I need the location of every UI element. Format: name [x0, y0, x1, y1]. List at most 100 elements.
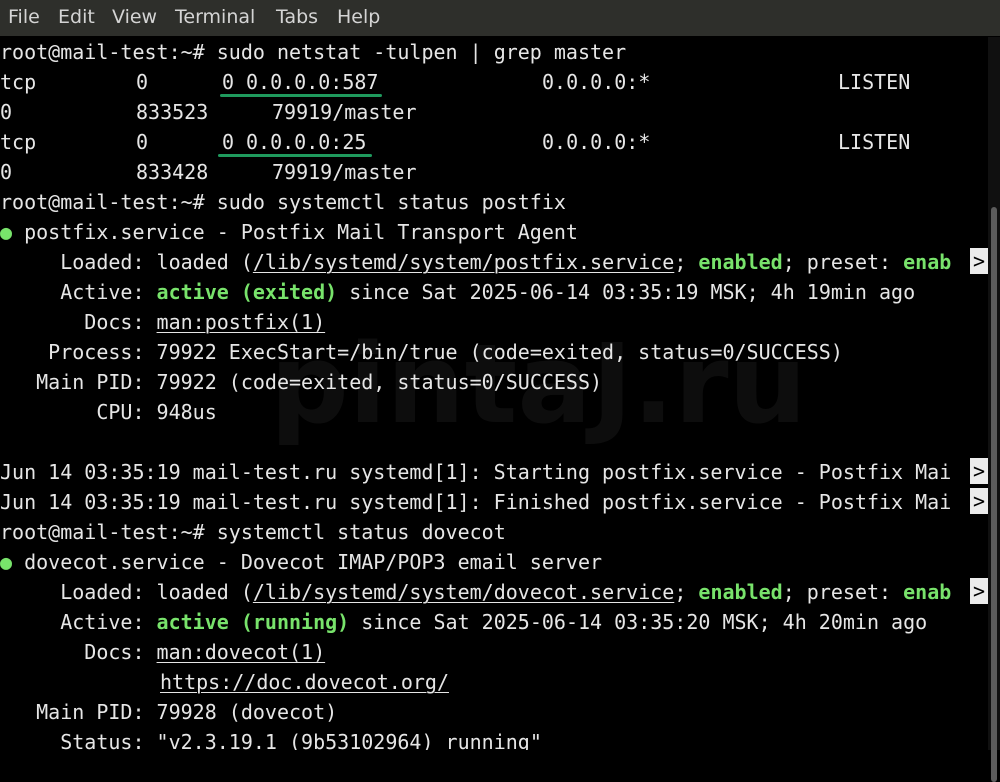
- status-line: Status: "v2.3.19.1 (9b53102964) running": [0, 727, 542, 750]
- inode: 833428: [136, 160, 209, 184]
- recv-q: 0: [136, 70, 149, 94]
- menu-terminal[interactable]: Terminal: [175, 6, 255, 28]
- proto: tcp: [0, 70, 37, 94]
- foreign-address: 0.0.0.0:*: [542, 70, 651, 94]
- docs-label: Docs:: [0, 310, 145, 334]
- pid-program: 79919/master: [272, 160, 417, 184]
- loaded-label: Loaded:: [0, 580, 145, 604]
- loaded-line: Loaded: loaded (/lib/systemd/system/dove…: [0, 577, 951, 607]
- status-label: Status:: [0, 730, 145, 750]
- menu-edit[interactable]: Edit: [58, 6, 95, 28]
- pid-program: 79919/master: [272, 100, 417, 124]
- process-line: Process: 79922 ExecStart=/bin/true (code…: [0, 337, 843, 367]
- main-pid-value: 79922 (code=exited, status=0/SUCCESS): [144, 370, 603, 394]
- loaded-label: Loaded:: [0, 250, 145, 274]
- loaded-sep: ;: [674, 250, 699, 274]
- service-name: postfix.service - Postfix Mail Transport…: [12, 220, 578, 244]
- docs-link[interactable]: https://doc.dovecot.org/: [160, 670, 449, 694]
- foreign-address: 0.0.0.0:*: [542, 130, 651, 154]
- process-label: Process:: [0, 340, 145, 364]
- user: 0: [0, 100, 13, 124]
- scrollbar-thumb[interactable]: [991, 207, 997, 782]
- unit-file-link[interactable]: /lib/systemd/system/postfix.service: [253, 250, 674, 274]
- recv-q: 0: [136, 130, 149, 154]
- menu-file[interactable]: File: [8, 6, 40, 28]
- loaded-line: Loaded: loaded (/lib/systemd/system/post…: [0, 247, 951, 277]
- enabled-status: enabled: [698, 580, 783, 604]
- netstat-row-cont: 0 833428 79919/master: [0, 157, 988, 187]
- local-address: 0.0.0.0:25: [246, 130, 367, 154]
- active-line: Active: active (running) since Sat 2025-…: [0, 607, 927, 637]
- command: systemctl status dovecot: [204, 520, 506, 544]
- log-line: Jun 14 03:35:19 mail-test.ru systemd[1]:…: [0, 490, 952, 514]
- terminal-line: root@mail-test:~# sudo systemctl status …: [0, 187, 566, 217]
- preset-label: ; preset:: [782, 580, 904, 604]
- preset-label: ; preset:: [782, 250, 904, 274]
- enabled-status: enabled: [698, 250, 783, 274]
- docs-link[interactable]: man:dovecot(1): [157, 640, 326, 664]
- main-pid-value: 79928 (dovecot): [144, 700, 338, 724]
- terminal-line: root@mail-test:~# sudo netstat -tulpen |…: [0, 37, 626, 67]
- netstat-row: tcp 0 0 0.0.0.0:25 0.0.0.0:* LISTEN: [0, 127, 988, 157]
- process-value: 79922 ExecStart=/bin/true (code=exited, …: [144, 340, 843, 364]
- prompt: root@mail-test:~#: [0, 520, 205, 544]
- active-since: since Sat 2025-06-14 03:35:19 MSK; 4h 19…: [337, 280, 916, 304]
- loaded-sep: ;: [674, 580, 699, 604]
- service-title: ● dovecot.service - Dovecot IMAP/POP3 em…: [0, 547, 602, 577]
- loaded-text: loaded (: [144, 580, 253, 604]
- status-dot-icon: ●: [0, 550, 13, 574]
- main-pid-label: Main PID:: [0, 370, 145, 394]
- menu-view[interactable]: View: [112, 6, 157, 28]
- prompt: root@mail-test:~#: [0, 190, 205, 214]
- docs-line: Docs: man:dovecot(1): [0, 637, 325, 667]
- active-label: Active:: [0, 610, 145, 634]
- preset-value: enab: [903, 580, 952, 604]
- preset-value: enab: [903, 250, 952, 274]
- menu-tabs[interactable]: Tabs: [276, 6, 318, 28]
- command: sudo systemctl status postfix: [204, 190, 566, 214]
- user: 0: [0, 160, 13, 184]
- inode: 833523: [136, 100, 209, 124]
- active-label: Active:: [0, 280, 145, 304]
- active-state: active (running): [156, 610, 350, 634]
- log-line: Jun 14 03:35:19 mail-test.ru systemd[1]:…: [0, 460, 952, 484]
- menu-help[interactable]: Help: [337, 6, 380, 28]
- main-pid-line: Main PID: 79928 (dovecot): [0, 697, 337, 727]
- active-state: active (exited): [156, 280, 338, 304]
- cpu-value: 948us: [144, 400, 217, 424]
- unit-file-link[interactable]: /lib/systemd/system/dovecot.service: [253, 580, 674, 604]
- terminal-output[interactable]: root@mail-test:~# sudo netstat -tulpen |…: [0, 37, 988, 750]
- docs-line: https://doc.dovecot.org/: [160, 667, 449, 697]
- active-since: since Sat 2025-06-14 03:35:20 MSK; 4h 20…: [349, 610, 928, 634]
- docs-line: Docs: man:postfix(1): [0, 307, 325, 337]
- command: sudo netstat -tulpen | grep master: [204, 40, 627, 64]
- line-truncated-marker: >: [970, 248, 988, 274]
- state: LISTEN: [838, 130, 911, 154]
- send-q: 0: [222, 70, 235, 94]
- line-truncated-marker: >: [970, 488, 988, 514]
- state: LISTEN: [838, 70, 911, 94]
- prompt: root@mail-test:~#: [0, 40, 205, 64]
- status-dot-icon: ●: [0, 220, 13, 244]
- status-value: "v2.3.19.1 (9b53102964) running": [144, 730, 542, 750]
- proto: tcp: [0, 130, 37, 154]
- cpu-label: CPU:: [0, 400, 145, 424]
- docs-link[interactable]: man:postfix(1): [157, 310, 326, 334]
- main-pid-label: Main PID:: [0, 700, 145, 724]
- service-name: dovecot.service - Dovecot IMAP/POP3 emai…: [12, 550, 603, 574]
- line-truncated-marker: >: [970, 458, 988, 484]
- active-line: Active: active (exited) since Sat 2025-0…: [0, 277, 915, 307]
- docs-label: Docs:: [0, 640, 145, 664]
- netstat-row-cont: 0 833523 79919/master: [0, 97, 988, 127]
- line-truncated-marker: >: [970, 578, 988, 604]
- main-pid-line: Main PID: 79922 (code=exited, status=0/S…: [0, 367, 602, 397]
- terminal-line: root@mail-test:~# systemctl status dovec…: [0, 517, 506, 547]
- local-address: 0.0.0.0:587: [246, 70, 379, 94]
- menubar: File Edit View Terminal Tabs Help: [0, 0, 1000, 36]
- cpu-line: CPU: 948us: [0, 397, 217, 427]
- send-q: 0: [222, 130, 235, 154]
- scrollbar[interactable]: [988, 37, 1000, 782]
- service-title: ● postfix.service - Postfix Mail Transpo…: [0, 217, 578, 247]
- netstat-row: tcp 0 0 0.0.0.0:587 0.0.0.0:* LISTEN: [0, 67, 988, 97]
- loaded-text: loaded (: [144, 250, 253, 274]
